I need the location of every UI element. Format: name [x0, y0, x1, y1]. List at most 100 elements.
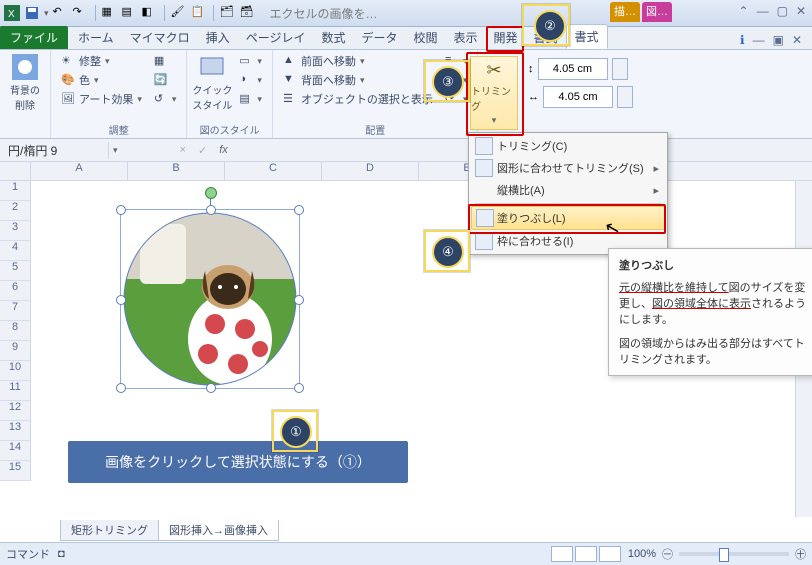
tab-file[interactable]: ファイル	[0, 26, 68, 49]
tab-formulas[interactable]: 数式	[313, 26, 353, 49]
menu-item-aspect-ratio[interactable]: 縦横比(A)▸	[471, 179, 665, 201]
close-icon[interactable]: ✕	[796, 4, 806, 18]
view-break-button[interactable]	[599, 546, 621, 562]
group-button[interactable]: ▣▾	[441, 71, 472, 89]
crop-trimming-button[interactable]: ✂ トリミング ▾	[470, 56, 518, 130]
menu-item-fill[interactable]: 塗りつぶし(L)	[471, 206, 665, 230]
rotate-button[interactable]: ⟳▾	[441, 90, 472, 108]
tab-data[interactable]: データ	[353, 26, 405, 49]
qat-generic-icon[interactable]: 🗃	[240, 5, 256, 21]
row-header[interactable]: 6	[0, 281, 31, 301]
resize-handle[interactable]	[294, 383, 304, 393]
workbook-close-icon[interactable]: ✕	[792, 33, 802, 47]
qat-dd-1[interactable]: ▾	[44, 8, 49, 19]
minimize-icon[interactable]: —	[757, 4, 769, 18]
qat-generic-icon[interactable]: 📋	[191, 5, 207, 21]
context-tab-drawing[interactable]: 描…	[610, 2, 640, 22]
row-header[interactable]: 11	[0, 381, 31, 401]
align-button[interactable]: ≡▾	[441, 52, 472, 70]
resize-handle[interactable]	[116, 205, 126, 215]
send-backward-button[interactable]: ▼背面へ移動▾	[279, 71, 437, 89]
col-D[interactable]: D	[322, 162, 419, 180]
tab-review[interactable]: 校閲	[405, 26, 445, 49]
qat-generic-icon[interactable]: ▦	[102, 5, 118, 21]
artistic-effects-button[interactable]: 🖼アート効果▾	[57, 90, 146, 108]
qat-generic-icon[interactable]: ◧	[142, 5, 158, 21]
selection-pane-button[interactable]: ☰オブジェクトの選択と表示	[279, 90, 437, 108]
zoom-level[interactable]: 100%	[628, 548, 656, 560]
tab-format-picture[interactable]: 書式	[566, 24, 608, 49]
zoom-in-button[interactable]: ㊉	[795, 546, 806, 562]
tab-format-draw[interactable]: 書式	[526, 26, 566, 49]
col-A[interactable]: A	[31, 162, 128, 180]
view-layout-button[interactable]	[575, 546, 597, 562]
row-header[interactable]: 10	[0, 361, 31, 381]
save-icon[interactable]	[24, 5, 40, 21]
help-icon[interactable]: ℹ	[740, 33, 745, 47]
height-spinner[interactable]	[612, 58, 628, 80]
change-pic-button[interactable]: 🔄	[150, 71, 181, 89]
resize-handle[interactable]	[206, 383, 216, 393]
row-header[interactable]: 2	[0, 201, 31, 221]
row-header[interactable]: 8	[0, 321, 31, 341]
row-header[interactable]: 3	[0, 221, 31, 241]
resize-handle[interactable]	[294, 205, 304, 215]
height-input[interactable]	[538, 58, 608, 80]
row-header[interactable]: 1	[0, 181, 31, 201]
reset-pic-button[interactable]: ↺▾	[150, 90, 181, 108]
view-normal-button[interactable]	[551, 546, 573, 562]
zoom-out-button[interactable]: ㊀	[662, 546, 673, 562]
width-input[interactable]	[543, 86, 613, 108]
redo-icon[interactable]: ↷	[73, 5, 89, 21]
pic-border-button[interactable]: ▭▾	[235, 52, 266, 70]
row-header[interactable]: 15	[0, 461, 31, 481]
resize-handle[interactable]	[116, 295, 126, 305]
menu-item-crop[interactable]: トリミング(C)	[471, 135, 665, 157]
name-box-dd[interactable]: ▾	[109, 145, 122, 156]
compress-button[interactable]: ▦	[150, 52, 181, 70]
color-button[interactable]: 🎨色▾	[57, 71, 146, 89]
cancel-formula-icon[interactable]: ×	[172, 144, 194, 156]
tab-insert[interactable]: 挿入	[198, 26, 238, 49]
quick-style-button[interactable]: クイック スタイル	[193, 52, 231, 114]
row-header[interactable]: 9	[0, 341, 31, 361]
col-B[interactable]: B	[128, 162, 225, 180]
pic-layout-button[interactable]: ▤▾	[235, 90, 266, 108]
row-header[interactable]: 4	[0, 241, 31, 261]
tab-mymacro[interactable]: マイマクロ	[122, 26, 198, 49]
row-header[interactable]: 12	[0, 401, 31, 421]
macro-record-icon[interactable]: ◘	[58, 548, 65, 560]
qat-generic-icon[interactable]: 🗂	[220, 5, 236, 21]
menu-item-crop-to-shape[interactable]: 図形に合わせてトリミング(S)▸	[471, 157, 665, 179]
resize-handle[interactable]	[116, 383, 126, 393]
width-spinner[interactable]	[617, 86, 633, 108]
tab-dev[interactable]: 開発	[486, 26, 526, 49]
tab-pagelayout[interactable]: ページレイ	[238, 26, 314, 49]
corrections-button[interactable]: ☀修整▾	[57, 52, 146, 70]
resize-handle[interactable]	[206, 205, 216, 215]
sheet-tab[interactable]: 図形挿入→画像挿入	[158, 520, 279, 541]
fx-icon[interactable]: fx	[211, 144, 236, 156]
rotate-handle[interactable]	[205, 187, 217, 199]
workbook-restore-icon[interactable]: ▣	[773, 33, 784, 47]
enter-formula-icon[interactable]: ✓	[194, 144, 211, 157]
tab-home[interactable]: ホーム	[70, 26, 122, 49]
qat-generic-icon[interactable]: 🖌	[171, 5, 187, 21]
row-header[interactable]: 7	[0, 301, 31, 321]
name-box[interactable]: 円/楕円 9	[0, 142, 109, 159]
bring-forward-button[interactable]: ▲前面へ移動▾	[279, 52, 437, 70]
workbook-min-icon[interactable]: —	[753, 33, 765, 47]
qat-generic-icon[interactable]: ▤	[122, 5, 138, 21]
sheet-tab[interactable]: 矩形トリミング	[60, 520, 159, 541]
selected-picture[interactable]	[120, 209, 300, 389]
pic-effects-button[interactable]: ◑▾	[235, 71, 266, 89]
row-header[interactable]: 5	[0, 261, 31, 281]
minimize-ribbon-icon[interactable]: ⌃	[739, 4, 749, 18]
undo-icon[interactable]: ↶	[53, 5, 69, 21]
maximize-icon[interactable]: ▢	[777, 4, 788, 18]
zoom-slider[interactable]	[679, 552, 789, 556]
remove-background-button[interactable]: 背景の 削除	[6, 52, 44, 114]
tab-view[interactable]: 表示	[446, 26, 486, 49]
resize-handle[interactable]	[294, 295, 304, 305]
col-C[interactable]: C	[225, 162, 322, 180]
